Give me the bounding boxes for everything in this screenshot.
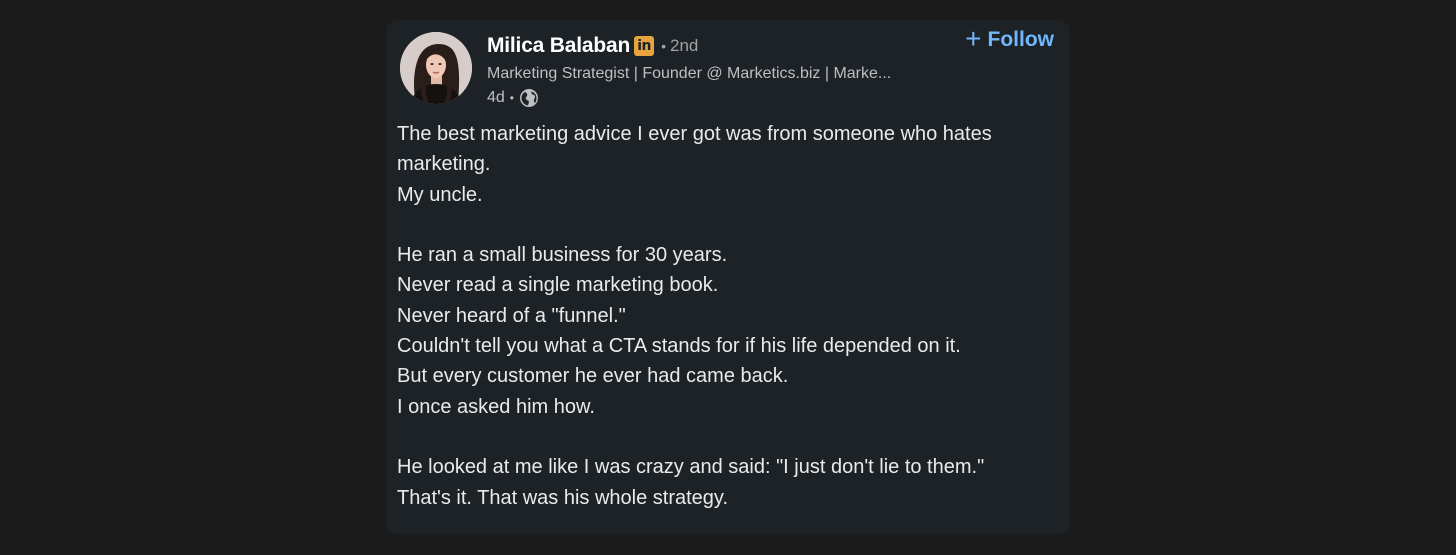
author-avatar[interactable] <box>400 32 472 104</box>
connection-degree: 2nd <box>670 36 699 55</box>
post-text-line: That's it. That was his whole strategy. <box>397 486 728 509</box>
avatar-photo <box>400 32 472 104</box>
post-text-line: I once asked him how. <box>397 395 595 418</box>
follow-button[interactable]: + Follow <box>965 22 1055 54</box>
author-headline: Marketing Strategist | Founder @ Marketi… <box>487 65 892 82</box>
author-name-row: Milica Balaban in • 2nd <box>487 32 957 60</box>
post-card: Milica Balaban in • 2nd Marketing Strate… <box>386 20 1070 534</box>
separator-dot: • <box>661 38 666 54</box>
post-text-line: My uncle. <box>397 183 483 206</box>
post-time[interactable]: 4d <box>487 89 505 107</box>
post-text-line: marketing. <box>397 153 491 176</box>
post-text-line <box>397 210 1047 240</box>
linkedin-premium-icon: in <box>634 36 655 56</box>
post-body: The best marketing advice I ever got was… <box>397 119 1047 513</box>
post-text-line: He looked at me like I was crazy and sai… <box>397 456 985 479</box>
separator-dot: • <box>509 91 514 105</box>
post-text-line: Never heard of a "funnel." <box>397 304 626 327</box>
post-text-line: Never read a single marketing book. <box>397 274 719 297</box>
author-name[interactable]: Milica Balaban <box>487 34 630 58</box>
post-header: Milica Balaban in • 2nd Marketing Strate… <box>487 32 957 110</box>
post-text-line: He ran a small business for 30 years. <box>397 244 728 267</box>
post-meta: 4d • <box>487 86 957 110</box>
follow-label: Follow <box>987 28 1055 51</box>
post-text-line: Couldn't tell you what a CTA stands for … <box>397 335 961 358</box>
post-text-line: The best marketing advice I ever got was… <box>397 123 992 145</box>
post-text-line: But every customer he ever had came back… <box>397 365 789 388</box>
globe-icon <box>520 89 538 107</box>
post-text-line <box>397 422 1047 452</box>
plus-icon: + <box>965 22 982 54</box>
